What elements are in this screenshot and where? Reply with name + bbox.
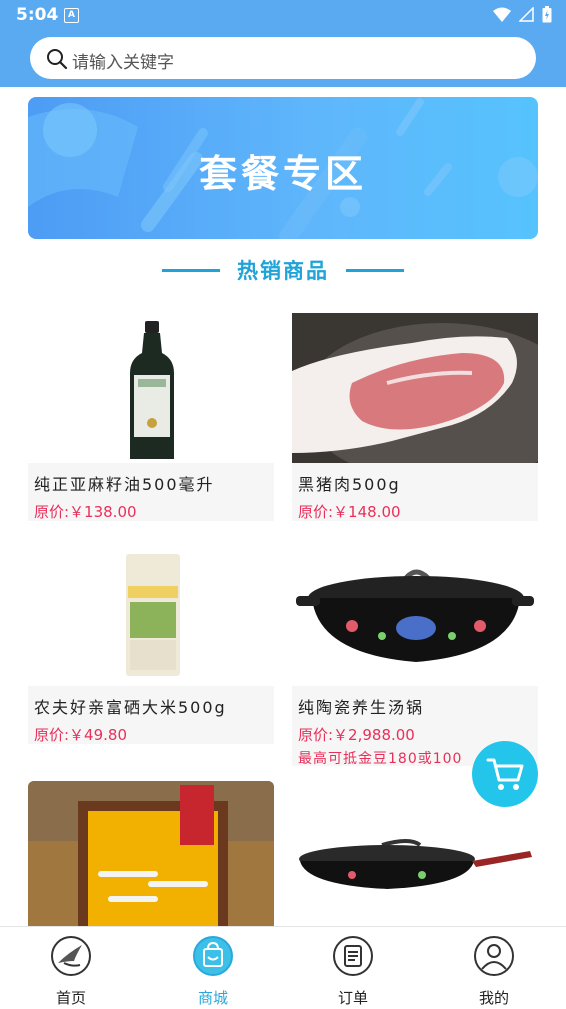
search-bar[interactable]: 请输入关键字	[30, 37, 536, 79]
product-card[interactable]	[28, 781, 274, 926]
tab-label: 我的	[478, 989, 509, 1007]
shopping-bag-icon	[193, 936, 233, 976]
product-name: 农夫好亲富硒大米500g	[34, 698, 227, 717]
product-price: 原价:￥138.00	[34, 503, 137, 521]
product-card[interactable]: 农夫好亲富硒大米500g 原价:￥49.80	[28, 536, 274, 744]
product-name: 黑猪肉500g	[298, 475, 401, 494]
tab-label: 商城	[197, 989, 228, 1007]
cell-signal-icon	[519, 7, 534, 22]
hot-products-heading: 热销商品	[0, 255, 566, 285]
product-card[interactable]: 纯陶瓷养生汤锅 原价:￥2,988.00 最高可抵金豆180或100	[292, 536, 538, 767]
product-image-knife-set	[28, 781, 274, 926]
product-price: 原价:￥148.00	[298, 503, 401, 521]
product-image-oil-bottle	[28, 313, 274, 463]
product-image-rice-bag	[28, 536, 274, 686]
heading-left-line	[161, 268, 220, 272]
cart-icon	[486, 758, 524, 790]
product-name: 纯正亚麻籽油500毫升	[34, 475, 215, 494]
product-gold-bean-note: 最高可抵金豆180或100	[298, 751, 463, 767]
tab-home[interactable]: 首页	[21, 931, 121, 1007]
tab-profile[interactable]: 我的	[444, 931, 544, 1007]
product-info: 黑猪肉500g 原价:￥148.00	[292, 463, 538, 521]
status-time: 5:04	[16, 5, 59, 25]
user-icon	[474, 936, 514, 976]
bird-icon	[51, 936, 91, 976]
product-price: 原价:￥2,988.00	[298, 726, 415, 744]
notification-a-icon: A	[64, 8, 79, 23]
banner-title: 套餐专区	[198, 152, 367, 196]
cart-button[interactable]	[472, 741, 538, 807]
product-name: 纯陶瓷养生汤锅	[298, 698, 425, 717]
bottom-tab-bar: 首页 商城 订单 我的	[0, 926, 566, 1009]
product-image-pork	[292, 313, 538, 463]
tab-mall[interactable]: 商城	[163, 931, 263, 1007]
tab-label: 订单	[337, 989, 368, 1007]
hot-products-title: 热销商品	[237, 259, 329, 283]
system-icons	[493, 6, 552, 23]
order-list-icon	[333, 936, 373, 976]
product-card[interactable]: 黑猪肉500g 原价:￥148.00	[292, 313, 538, 521]
status-bar: 5:04 A	[0, 0, 566, 30]
product-card[interactable]: 纯正亚麻籽油500毫升 原价:￥138.00	[28, 313, 274, 521]
product-price: 原价:￥49.80	[34, 726, 127, 744]
battery-icon	[542, 6, 552, 23]
product-info: 农夫好亲富硒大米500g 原价:￥49.80	[28, 686, 274, 744]
wifi-icon	[493, 7, 511, 22]
search-placeholder: 请输入关键字	[72, 53, 174, 73]
product-info: 纯正亚麻籽油500毫升 原价:￥138.00	[28, 463, 274, 521]
heading-right-line	[346, 268, 405, 272]
search-icon	[47, 49, 68, 70]
package-banner[interactable]: 套餐专区	[28, 97, 538, 239]
product-image-ceramic-pot	[292, 536, 538, 686]
tab-label: 首页	[55, 989, 86, 1007]
top-header: 5:04 A 请输入关键字	[0, 0, 566, 87]
tab-orders[interactable]: 订单	[303, 931, 403, 1007]
